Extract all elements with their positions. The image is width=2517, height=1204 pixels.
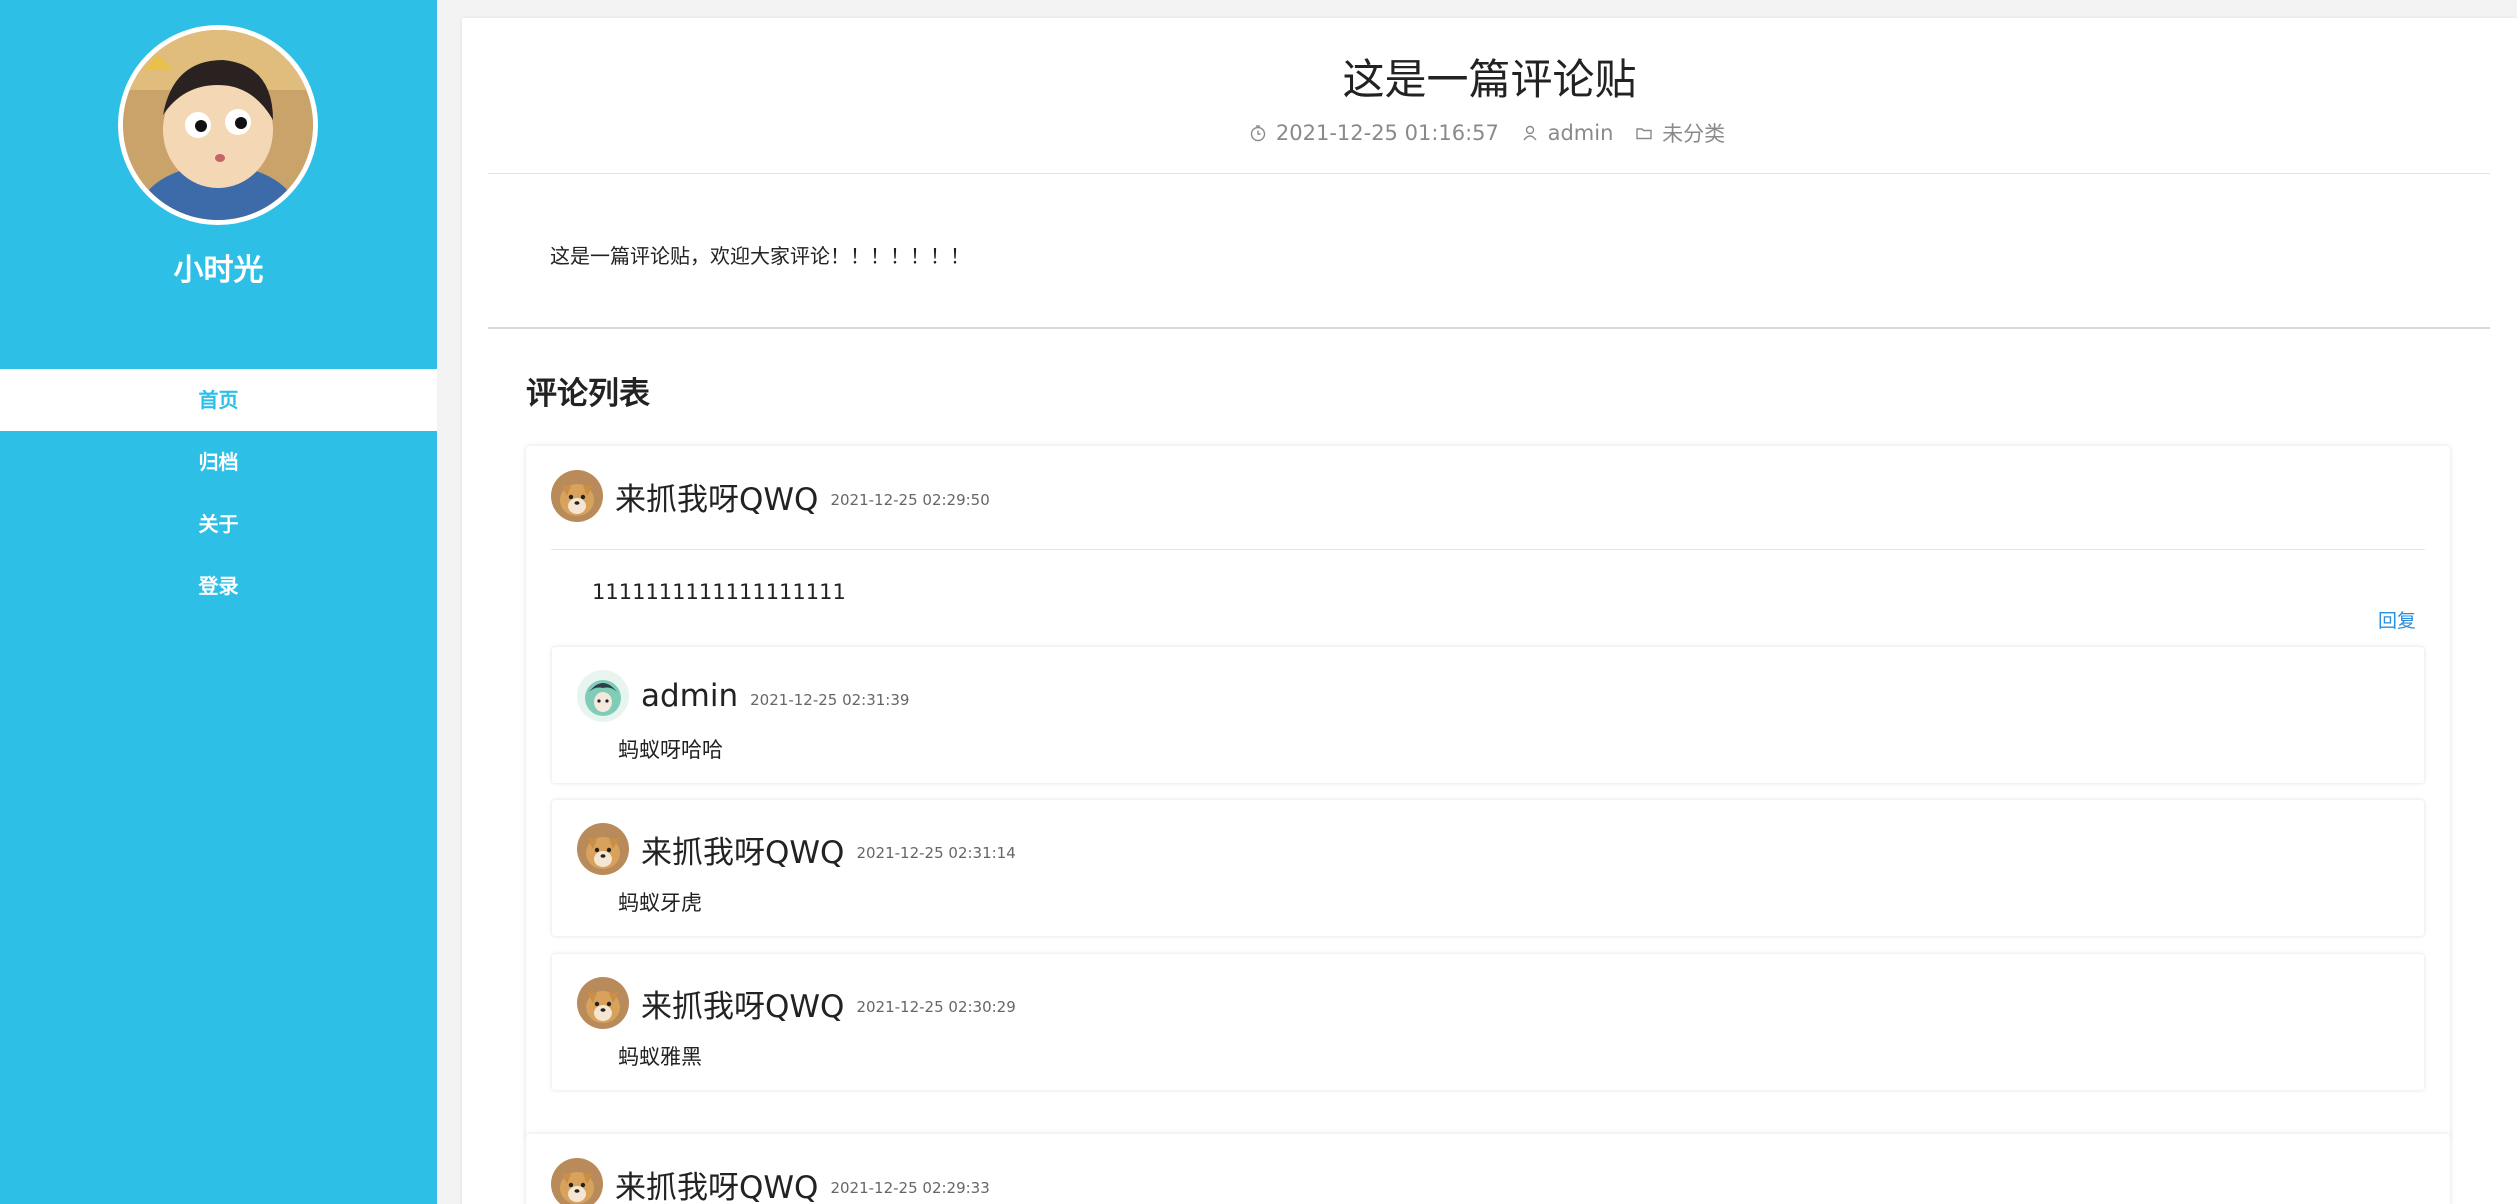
post-content: 这是一篇评论贴，欢迎大家评论！！！！！！！ [550,244,970,268]
reply-link[interactable]: 回复 [2378,606,2416,633]
dog-avatar-icon [577,977,629,1029]
content-divider [488,327,2490,329]
avatar-illustration [123,30,313,220]
comment-time: 2021-12-25 02:29:50 [830,491,990,509]
reply-body: 蚂蚁雅黑 [618,1045,702,1069]
nav-item-archive[interactable]: 归档 [0,431,437,493]
commenter-avatar[interactable] [551,470,603,522]
post-title: 这是一篇评论贴 [1342,55,1637,104]
reply-author: admin [641,678,739,714]
reply-body: 蚂蚁牙虎 [618,891,702,915]
sidebar: 小时光 首页 归档 关于 登录 [0,0,437,1204]
reply-author: 来抓我呀QWQ [641,834,845,871]
reply-time: 2021-12-25 02:30:29 [856,998,1016,1016]
reply-card: 来抓我呀QWQ 2021-12-25 02:31:14 蚂蚁牙虎 [552,800,2424,936]
nav-item-login[interactable]: 登录 [0,555,437,617]
comment-author: 来抓我呀QWQ [615,1169,819,1204]
user-icon [1523,125,1537,141]
post-meta: 2021-12-25 01:16:57 admin 未分类 [462,118,2517,148]
post-category[interactable]: 未分类 [1635,118,1730,148]
comment-card: 来抓我呀QWQ 2021-12-25 02:29:50 111111111111… [526,446,2450,1138]
reply-header: 来抓我呀QWQ 2021-12-25 02:31:14 [577,823,1016,875]
dog-avatar-icon [577,823,629,875]
comment-author: 来抓我呀QWQ [615,481,819,518]
dog-avatar-icon [551,1158,603,1204]
post-category-text: 未分类 [1662,122,1726,146]
reply-time: 2021-12-25 02:31:39 [750,691,910,709]
folder-icon [1636,128,1652,140]
commenter-avatar[interactable] [551,1158,603,1204]
post-panel: 这是一篇评论贴 2021-12-25 01:16:57 admin 未分类 这是… [462,18,2517,1204]
comment-body: 1111111111111111111 [592,580,846,604]
replier-avatar[interactable] [577,670,629,722]
title-divider [488,173,2490,174]
reply-time: 2021-12-25 02:31:14 [856,844,1016,862]
post-author[interactable]: admin [1521,121,1619,145]
replier-avatar[interactable] [577,977,629,1029]
comment-time: 2021-12-25 02:29:33 [830,1179,990,1197]
nav-item-home[interactable]: 首页 [0,369,437,431]
comment-divider [551,549,2425,550]
reply-author: 来抓我呀QWQ [641,988,845,1025]
site-name: 小时光 [173,253,264,288]
reply-header: 来抓我呀QWQ 2021-12-25 02:30:29 [577,977,1016,1029]
comment-header: 来抓我呀QWQ 2021-12-25 02:29:33 [551,1158,990,1204]
clock-icon [1250,125,1266,142]
replier-avatar[interactable] [577,823,629,875]
comment-card: 来抓我呀QWQ 2021-12-25 02:29:33 [526,1134,2450,1204]
anime-avatar-icon [577,670,629,722]
reply-card: 来抓我呀QWQ 2021-12-25 02:30:29 蚂蚁雅黑 [552,954,2424,1090]
blog-avatar[interactable] [118,25,318,225]
dog-avatar-icon [551,470,603,522]
comment-header: 来抓我呀QWQ 2021-12-25 02:29:50 [551,470,990,522]
reply-header: admin 2021-12-25 02:31:39 [577,670,909,722]
main-nav: 首页 归档 关于 登录 [0,369,437,617]
nav-item-about[interactable]: 关于 [0,493,437,555]
reply-card: admin 2021-12-25 02:31:39 蚂蚁呀哈哈 [552,647,2424,783]
reply-body: 蚂蚁呀哈哈 [618,738,723,762]
comments-heading: 评论列表 [526,376,650,412]
post-date-text: 2021-12-25 01:16:57 [1275,121,1499,145]
post-date: 2021-12-25 01:16:57 [1249,121,1504,145]
post-author-text: admin [1547,121,1614,145]
